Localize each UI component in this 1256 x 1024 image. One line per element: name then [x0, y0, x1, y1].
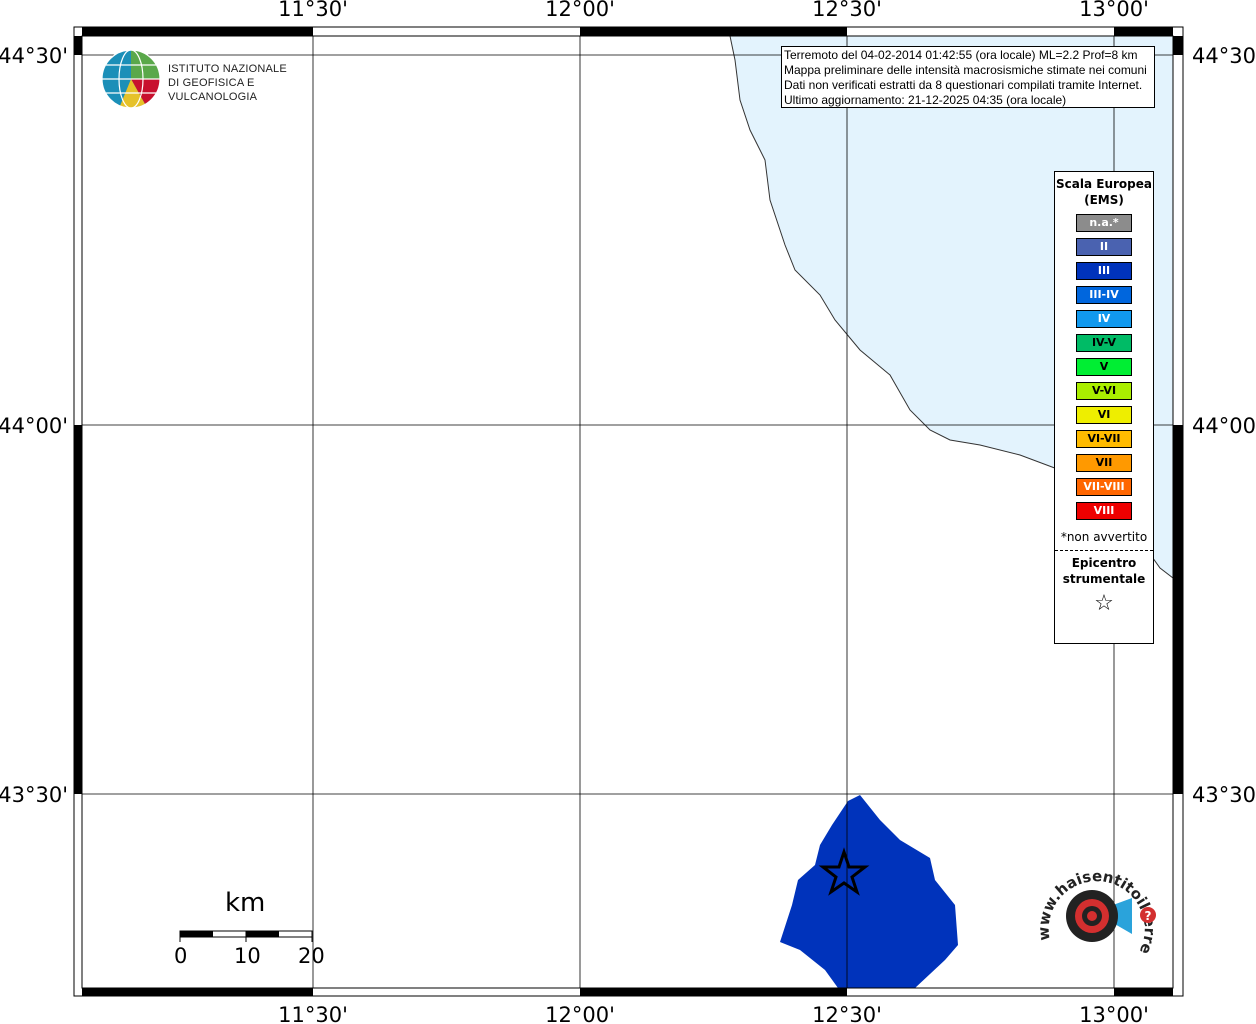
legend-swatch: VI-VII — [1076, 430, 1132, 448]
ingv-name-line1: ISTITUTO NAZIONALE — [168, 63, 287, 75]
event-info-line2: Mappa preliminare delle intensità macros… — [784, 63, 1147, 77]
legend-separator — [1055, 550, 1153, 551]
legend-epicenter-star-icon: ☆ — [1094, 591, 1114, 616]
event-info-box: Terremoto del 04-02-2014 01:42:55 (ora l… — [781, 46, 1155, 108]
lon-label-bottom-1: 11°30' — [278, 1003, 348, 1024]
legend-swatch: II — [1076, 238, 1132, 256]
lon-label-bottom-3: 12°30' — [812, 1003, 882, 1024]
legend-swatch: V-VI — [1076, 382, 1132, 400]
legend-epicenter-title: Epicentro strumentale — [1062, 556, 1146, 586]
lat-label-right-2: 44°00' — [1192, 414, 1256, 438]
legend-swatch: III-IV — [1076, 286, 1132, 304]
legend-swatch: IV-V — [1076, 334, 1132, 352]
legend-swatch: III — [1076, 262, 1132, 280]
lat-label-right-1: 44°30' — [1192, 44, 1256, 68]
event-info-line1: Terremoto del 04-02-2014 01:42:55 (ora l… — [784, 48, 1138, 62]
lon-label-bottom-2: 12°00' — [545, 1003, 615, 1024]
ingv-name-line2: DI GEOFISICA E VULCANOLOGIA — [168, 77, 258, 103]
lat-label-right-3: 43°30' — [1192, 783, 1256, 807]
legend-swatch: IV — [1076, 310, 1132, 328]
scale-bar: km 0 10 20 — [170, 888, 340, 978]
lon-label-top-2: 12°00' — [545, 0, 615, 21]
ems-legend: Scala Europea (EMS) n.a.* II III III-IV IV IV… — [1054, 171, 1154, 644]
lon-label-top-1: 11°30' — [278, 0, 348, 21]
lat-label-left-2: 44°00' — [0, 414, 68, 438]
lon-label-top-4: 13°00' — [1079, 0, 1149, 21]
legend-swatch: VIII — [1076, 502, 1132, 520]
haisentito-logo: www.haisentitoilterremoto.it ? — [1022, 846, 1165, 975]
scale-tick-0: 0 — [174, 944, 188, 968]
legend-swatch: VII-VIII — [1076, 478, 1132, 496]
svg-text:?: ? — [1145, 909, 1152, 923]
legend-note: *non avvertito — [1060, 530, 1148, 544]
legend-swatch: VI — [1076, 406, 1132, 424]
ingv-logo: ISTITUTO NAZIONALE DI GEOFISICA E VULCAN… — [100, 48, 320, 110]
scale-tick-20: 20 — [298, 944, 325, 968]
lon-label-top-3: 12°30' — [812, 0, 882, 21]
event-info-line3: Dati non verificati estratti da 8 questi… — [784, 78, 1143, 92]
legend-items: n.a.* II III III-IV IV IV-V V V-VI VI VI-VII VII VI… — [1055, 214, 1153, 520]
lat-label-left-1: 44°30' — [0, 44, 68, 68]
event-info-line4: Ultimo aggiornamento: 21-12-2025 04:35 (… — [784, 93, 1067, 107]
scale-tick-10: 10 — [234, 944, 261, 968]
lon-label-bottom-4: 13°00' — [1079, 1003, 1149, 1024]
legend-swatch: n.a.* — [1076, 214, 1132, 232]
legend-swatch: VII — [1076, 454, 1132, 472]
legend-title: Scala Europea (EMS) — [1056, 177, 1152, 207]
ingv-globe-icon — [101, 49, 161, 109]
legend-swatch: V — [1076, 358, 1132, 376]
lat-label-left-3: 43°30' — [0, 783, 68, 807]
scale-unit: km — [225, 888, 266, 918]
